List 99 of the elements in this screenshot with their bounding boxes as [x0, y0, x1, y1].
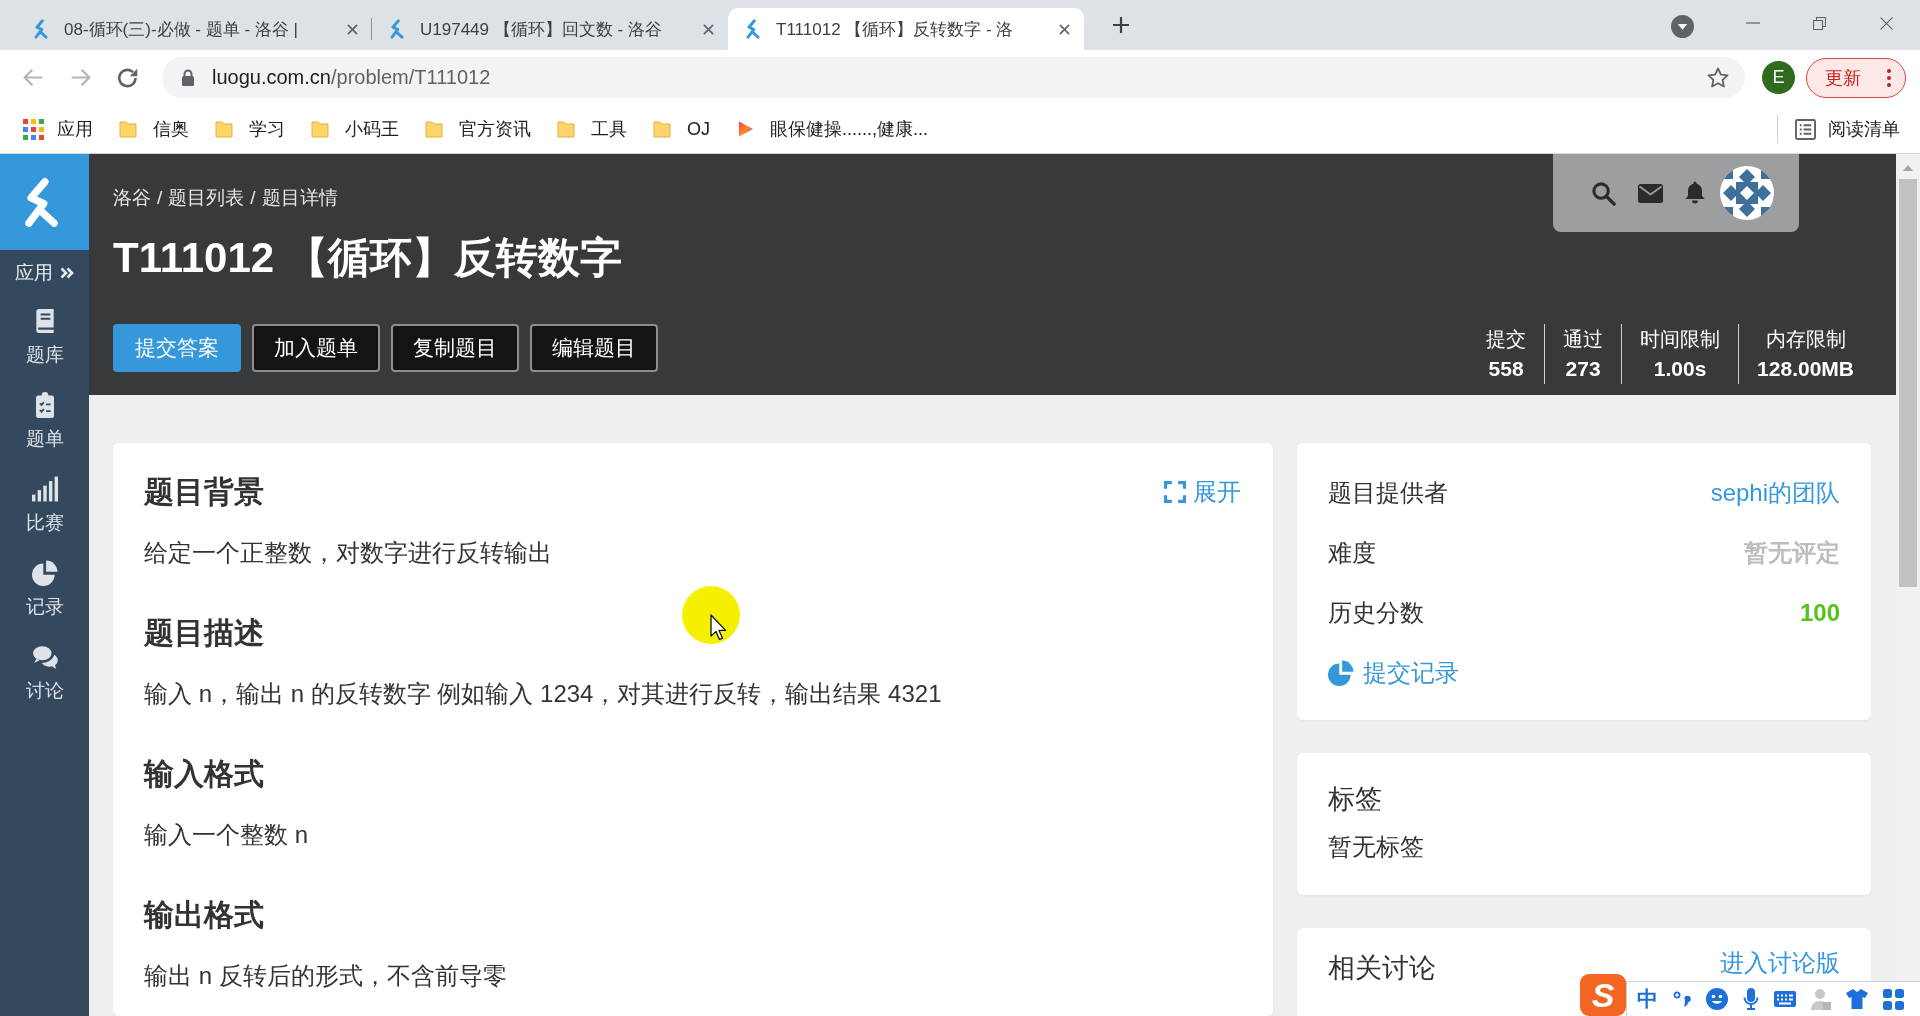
smiley-icon[interactable]	[1706, 988, 1728, 1010]
input-mode-toggle[interactable]: 中	[1637, 987, 1658, 1011]
folder-icon	[311, 119, 329, 139]
dropdown-icon[interactable]	[1671, 15, 1694, 38]
apps-menu[interactable]: 应用	[7, 250, 82, 296]
double-chevron-icon	[60, 267, 74, 279]
breadcrumb-separator: /	[157, 186, 163, 210]
bookmark[interactable]: OJ	[653, 118, 710, 140]
difficulty-value: 暂无评定	[1744, 538, 1840, 568]
stat-value: 128.00MB	[1757, 356, 1854, 382]
bell-icon[interactable]	[1684, 181, 1706, 205]
card-title: 标签	[1328, 783, 1382, 816]
punctuation-icon[interactable]	[1673, 990, 1691, 1008]
stat-label: 时间限制	[1640, 327, 1721, 352]
restore-icon[interactable]	[1813, 16, 1826, 30]
section-heading: 输入格式	[144, 756, 264, 792]
action-button[interactable]: 加入题单	[252, 324, 380, 372]
bookmark[interactable]: 小码王	[311, 117, 399, 141]
problem-title: T111012 【循环】反转数字	[113, 233, 622, 283]
section-heading: 题目背景	[144, 474, 264, 510]
browser-tab[interactable]: U197449 【循环】回文数 - 洛谷	[372, 8, 728, 50]
folder-icon	[425, 119, 443, 139]
bookmark[interactable]: 官方资讯	[425, 117, 531, 141]
pie-chart-icon	[1328, 660, 1354, 686]
logo-icon	[390, 19, 404, 39]
stat-value: 273	[1565, 356, 1601, 382]
search-icon[interactable]	[1591, 180, 1616, 206]
info-label: 历史分数	[1328, 598, 1424, 628]
reading-list-icon	[1795, 118, 1816, 140]
bookmark[interactable]: 学习	[215, 117, 285, 141]
nav-item[interactable]: 题库	[8, 296, 81, 380]
stat-value: 1.00s	[1653, 356, 1707, 382]
browser-tab[interactable]: T111012 【循环】反转数字 - 洛	[728, 8, 1084, 50]
close-icon[interactable]	[1059, 23, 1070, 35]
logo-icon	[746, 19, 760, 39]
empty-text: 暂无标签	[1328, 832, 1424, 862]
grid-icon[interactable]	[1883, 988, 1904, 1010]
close-icon[interactable]	[347, 23, 358, 35]
reload-icon[interactable]	[117, 66, 139, 89]
expand-icon	[1164, 481, 1186, 503]
bookmark[interactable]: 应用	[23, 117, 93, 141]
kebab-menu-icon	[1887, 68, 1891, 87]
lock-icon	[181, 68, 195, 87]
folder-icon	[557, 119, 575, 139]
score-value: 100	[1799, 599, 1840, 627]
nav-item[interactable]: 记录	[8, 548, 81, 632]
bookmark[interactable]: 信奥	[119, 117, 189, 141]
logo-icon	[34, 19, 48, 39]
play-icon	[736, 120, 754, 138]
section-text: 输出 n 反转后的形式，不含前导零	[144, 961, 508, 991]
info-label: 题目提供者	[1328, 478, 1448, 508]
close-icon[interactable]	[1879, 15, 1894, 31]
info-label: 难度	[1328, 538, 1376, 568]
nav-item[interactable]: 比赛	[8, 464, 81, 548]
chat-bubbles-icon	[31, 644, 58, 670]
card-title: 相关讨论	[1328, 952, 1436, 985]
ime-logo: S	[1580, 974, 1626, 1016]
update-button[interactable]: 更新	[1806, 57, 1906, 98]
signal-bars-icon	[31, 476, 58, 502]
action-button[interactable]: 复制题目	[391, 324, 519, 372]
stat-label: 提交	[1486, 327, 1527, 352]
cursor-icon	[682, 586, 742, 646]
section-text: 给定一个正整数，对数字进行反转输出	[144, 538, 553, 568]
browser-tab[interactable]: 08-循环(三)-必做 - 题单 - 洛谷 |	[16, 8, 372, 50]
mail-icon[interactable]	[1638, 183, 1663, 203]
star-icon[interactable]	[1707, 67, 1729, 88]
section-text: 输入一个整数 n	[144, 820, 309, 850]
apps-grid-icon	[23, 118, 44, 140]
nav-item[interactable]: 题单	[8, 380, 81, 464]
logo-icon[interactable]	[0, 154, 89, 250]
folder-icon	[215, 119, 233, 139]
breadcrumb-link[interactable]: 洛谷	[113, 184, 151, 212]
stat-label: 内存限制	[1765, 327, 1846, 352]
stat-value: 558	[1488, 356, 1524, 382]
clipboard-icon	[35, 392, 54, 418]
bookmark[interactable]: 眼保健操......,健康...	[736, 117, 929, 141]
pie-chart-icon	[31, 560, 58, 586]
avatar-icon[interactable]	[1720, 166, 1774, 220]
close-icon[interactable]	[703, 23, 714, 35]
shirt-icon[interactable]	[1846, 989, 1868, 1009]
folder-icon	[653, 119, 671, 139]
scrollbar-thumb[interactable]	[1899, 179, 1917, 587]
section-heading: 输出格式	[144, 897, 264, 933]
folder-icon	[119, 119, 137, 139]
reading-list-button[interactable]: 阅读清单	[1795, 117, 1900, 141]
breadcrumb-link[interactable]: 题目列表	[168, 184, 245, 212]
microphone-icon[interactable]	[1743, 988, 1759, 1010]
stat-label: 通过	[1563, 327, 1604, 352]
action-button[interactable]: 编辑题目	[530, 324, 658, 372]
section-text: 输入 n，输出 n 的反转数字 例如输入 1234，对其进行反转，输出结果 4321	[144, 679, 943, 709]
address-field[interactable]: luogu.com.cn/problem/T111012	[162, 57, 1745, 98]
breadcrumb-link[interactable]: 题目详情	[261, 184, 338, 212]
breadcrumb-separator: /	[250, 186, 256, 210]
profile-avatar[interactable]: E	[1762, 61, 1795, 94]
keyboard-icon[interactable]	[1774, 991, 1796, 1007]
bookmark[interactable]: 工具	[557, 117, 627, 141]
nav-item[interactable]: 讨论	[8, 632, 81, 716]
section-heading: 题目描述	[144, 615, 264, 651]
new-tab-icon[interactable]	[1113, 17, 1129, 33]
